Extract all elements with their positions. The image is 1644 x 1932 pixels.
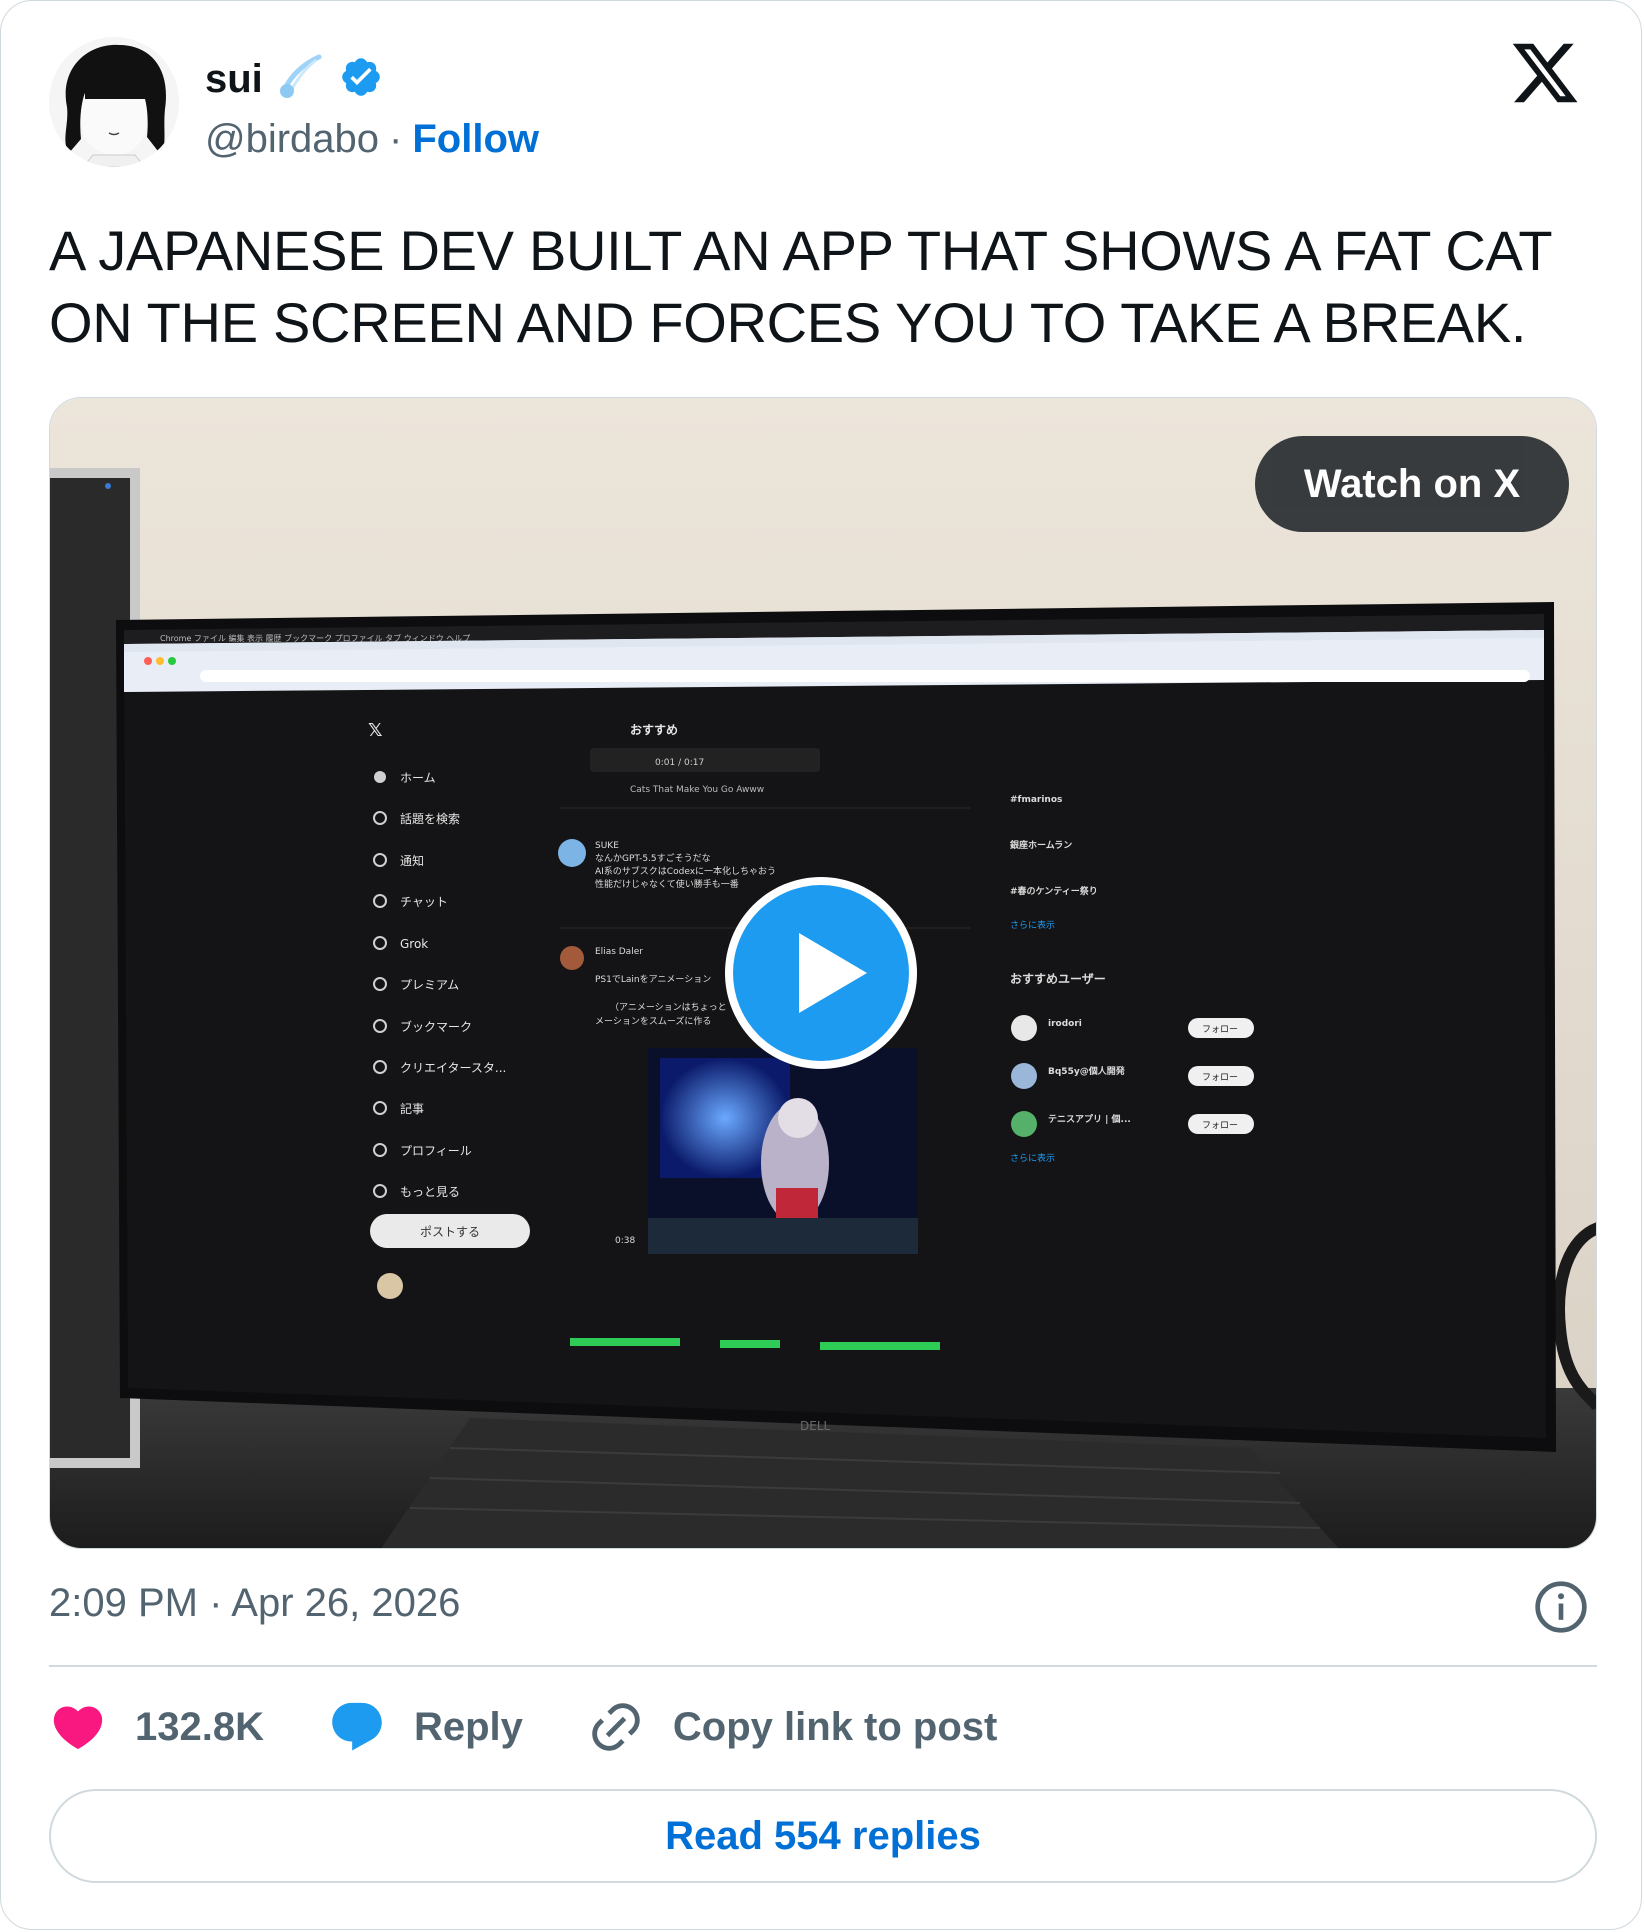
play-icon bbox=[725, 877, 917, 1069]
heart-icon bbox=[53, 1706, 103, 1750]
author-name-row: sui bbox=[205, 51, 383, 108]
svg-text:irodori: irodori bbox=[1048, 1019, 1082, 1029]
author-display-name[interactable]: sui bbox=[205, 57, 263, 102]
svg-text:#fmarinos: #fmarinos bbox=[1010, 795, 1062, 805]
svg-text:（アニメーションはちょっと: （アニメーションはちょっと bbox=[610, 1002, 727, 1013]
svg-text:SUKE: SUKE bbox=[595, 841, 619, 851]
svg-text:さらに表示: さらに表示 bbox=[1010, 1152, 1055, 1164]
svg-text:チャット: チャット bbox=[400, 895, 448, 909]
svg-text:プロフィール: プロフィール bbox=[400, 1144, 472, 1158]
screen-nav-home: ホーム bbox=[400, 771, 436, 785]
svg-text:銀座ホームラン: 銀座ホームラン bbox=[1010, 839, 1072, 851]
follow-button[interactable]: Follow bbox=[412, 117, 539, 162]
svg-text:Bq55y@個人開発: Bq55y@個人開発 bbox=[1048, 1065, 1126, 1077]
reply-bubble-icon bbox=[332, 1702, 382, 1751]
svg-text:もっと見る: もっと見る bbox=[400, 1185, 460, 1199]
copy-link-label: Copy link to post bbox=[672, 1704, 998, 1749]
svg-text:通知: 通知 bbox=[400, 854, 424, 868]
svg-text:なんかGPT-5.5すごそうだな: なんかGPT-5.5すごそうだな bbox=[595, 852, 711, 864]
svg-text:PS1でLainをアニメーション: PS1でLainをアニメーション bbox=[595, 974, 711, 985]
svg-text:ブックマーク: ブックマーク bbox=[400, 1019, 472, 1034]
like-count: 132.8K bbox=[135, 1704, 264, 1749]
svg-text:𝕏: 𝕏 bbox=[368, 720, 383, 741]
like-button[interactable]: 132.8K bbox=[49, 1698, 264, 1756]
avatar-image bbox=[49, 37, 179, 167]
divider bbox=[49, 1665, 1597, 1667]
svg-text:メーションをスムーズに作る: メーションをスムーズに作る bbox=[595, 1015, 711, 1027]
tweet-timestamp[interactable]: 2:09 PM · Apr 26, 2026 bbox=[49, 1581, 460, 1626]
reply-label: Reply bbox=[413, 1704, 523, 1749]
svg-text:0:38: 0:38 bbox=[615, 1236, 635, 1246]
svg-text:クリエイタースタ...: クリエイタースタ... bbox=[400, 1061, 506, 1075]
svg-text:Elias Daler: Elias Daler bbox=[595, 947, 643, 957]
play-button[interactable] bbox=[721, 873, 921, 1073]
svg-text:おすすめユーザー: おすすめユーザー bbox=[1010, 972, 1106, 986]
svg-text:プレミアム: プレミアム bbox=[400, 978, 459, 992]
action-bar: 132.8K Reply Copy link to post bbox=[49, 1697, 1061, 1757]
info-icon[interactable] bbox=[1533, 1579, 1589, 1635]
read-replies-button[interactable]: Read 554 replies bbox=[49, 1789, 1597, 1883]
svg-text:Grok: Grok bbox=[400, 937, 428, 951]
tweet-card: sui @birdabo · Follow A JAPANESE DEV BUI… bbox=[0, 0, 1642, 1930]
svg-text:おすすめ: おすすめ bbox=[630, 723, 678, 737]
svg-text:性能だけじゃなくて使い勝手も一番: 性能だけじゃなくて使い勝手も一番 bbox=[595, 878, 739, 890]
svg-text:話題を検索: 話題を検索 bbox=[400, 811, 460, 826]
svg-text:フォロー: フォロー bbox=[1202, 1121, 1238, 1131]
reply-button[interactable]: Reply bbox=[328, 1698, 523, 1756]
author-handle-row: @birdabo · Follow bbox=[205, 117, 539, 162]
verified-badge-icon bbox=[339, 55, 383, 104]
svg-text:さらに表示: さらに表示 bbox=[1010, 919, 1055, 931]
svg-text:テニスアプリ | 個...: テニスアプリ | 個... bbox=[1048, 1113, 1131, 1125]
svg-text:フォロー: フォロー bbox=[1202, 1073, 1238, 1083]
copy-link-button[interactable]: Copy link to post bbox=[587, 1698, 997, 1756]
svg-text:#春のケンティー祭り: #春のケンティー祭り bbox=[1010, 885, 1098, 897]
avatar[interactable] bbox=[49, 37, 179, 167]
handle-separator: · bbox=[389, 117, 403, 161]
svg-text:フォロー: フォロー bbox=[1202, 1025, 1238, 1035]
author-handle[interactable]: @birdabo bbox=[205, 117, 379, 162]
watch-on-x-button[interactable]: Watch on X bbox=[1255, 436, 1569, 532]
x-logo-icon[interactable] bbox=[1509, 37, 1581, 109]
comet-emoji-icon bbox=[275, 51, 327, 108]
svg-text:DELL: DELL bbox=[800, 1419, 831, 1433]
svg-text:ポストする: ポストする bbox=[420, 1225, 480, 1239]
svg-text:0:01 / 0:17: 0:01 / 0:17 bbox=[655, 758, 704, 768]
tweet-text: A JAPANESE DEV BUILT AN APP THAT SHOWS A… bbox=[49, 219, 1552, 354]
svg-text:記事: 記事 bbox=[400, 1101, 424, 1116]
link-icon bbox=[592, 1703, 640, 1751]
svg-text:Cats That Make You Go Awww: Cats That Make You Go Awww bbox=[630, 785, 764, 795]
